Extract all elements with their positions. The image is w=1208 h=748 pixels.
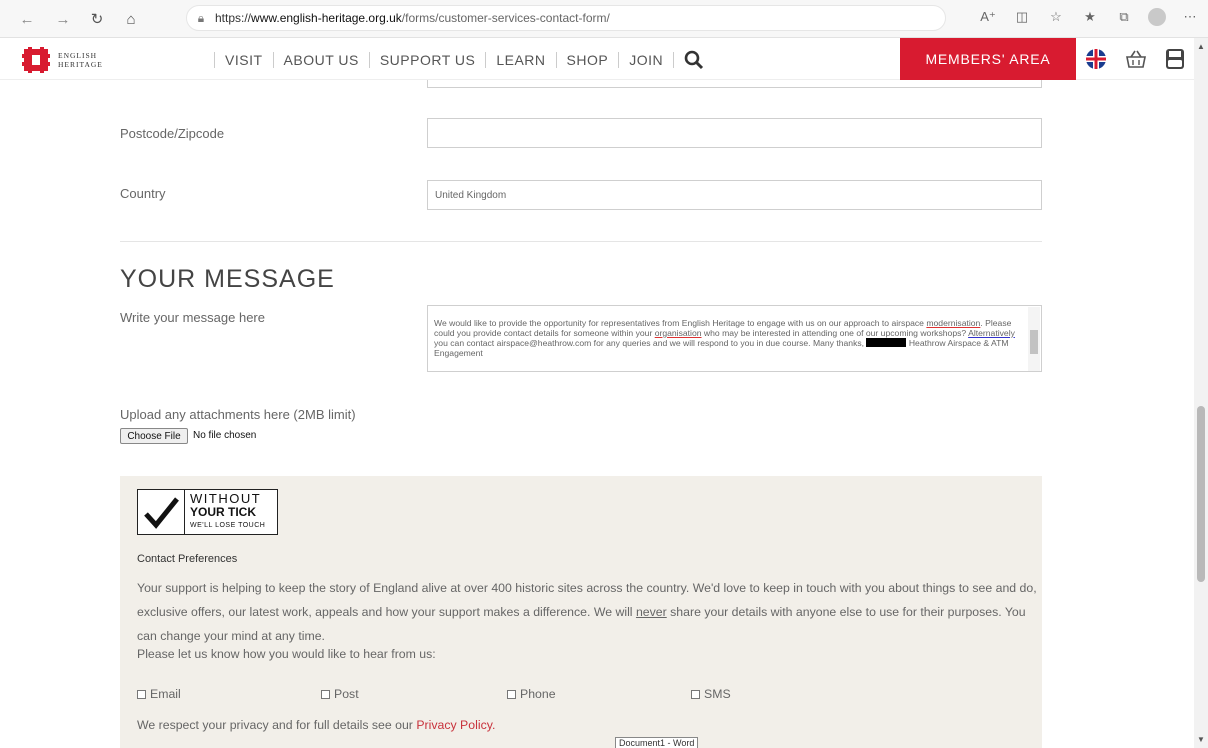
badge-line-1: WITHOUT: [190, 491, 262, 506]
youtube-icon[interactable]: [1165, 48, 1185, 70]
site-header: ENGLISH HERITAGE VISIT ABOUT US SUPPORT …: [0, 38, 1194, 80]
checkbox-box[interactable]: [137, 689, 146, 699]
logo-line-2: HERITAGE: [58, 60, 103, 69]
refresh-icon[interactable]: ↻: [86, 8, 108, 30]
nav-join[interactable]: JOIN: [619, 52, 675, 68]
page-scrollbar[interactable]: ▲ ▼: [1194, 38, 1208, 748]
phone-checkbox[interactable]: Phone: [507, 687, 556, 701]
sms-checkbox[interactable]: SMS: [691, 687, 731, 701]
redacted-name: [866, 338, 907, 347]
taskbar-tooltip: Document1 - Word: [615, 737, 699, 748]
without-your-tick-badge: WITHOUT YOUR TICK WE'LL LOSE TOUCH: [137, 489, 278, 535]
privacy-notice: We respect your privacy and for full det…: [137, 718, 496, 732]
spellcheck-word: modernisation: [926, 318, 981, 328]
scroll-down-icon[interactable]: ▼: [1197, 735, 1205, 744]
read-aloud-icon[interactable]: A⁺: [978, 9, 998, 25]
logo-line-1: ENGLISH: [58, 51, 98, 60]
scroll-up-icon[interactable]: ▲: [1197, 42, 1205, 51]
home-icon[interactable]: ⌂: [120, 8, 142, 30]
contact-preferences-panel: WITHOUT YOUR TICK WE'LL LOSE TOUCH Conta…: [120, 476, 1042, 748]
postcode-field[interactable]: [427, 118, 1042, 148]
badge-line-2: YOUR TICK: [190, 505, 256, 519]
favorites-icon[interactable]: ★: [1080, 9, 1100, 25]
contact-preferences-heading: Contact Preferences: [137, 553, 238, 565]
message-textarea[interactable]: We would like to provide the opportunity…: [427, 305, 1042, 372]
url-path: /forms/customer-services-contact-form/: [401, 11, 610, 25]
lock-icon: 🔒︎: [197, 10, 205, 25]
forward-icon[interactable]: →: [52, 8, 74, 30]
post-checkbox[interactable]: Post: [321, 687, 359, 701]
english-heritage-logo-icon: [22, 47, 50, 73]
nav-shop[interactable]: SHOP: [557, 52, 620, 68]
immersive-reader-icon[interactable]: ◫: [1012, 9, 1032, 25]
union-flag-icon[interactable]: [1085, 48, 1107, 70]
checkmark-icon: [144, 497, 179, 529]
members-area-button[interactable]: MEMBERS' AREA: [900, 38, 1076, 80]
email-checkbox[interactable]: Email: [137, 687, 181, 701]
privacy-policy-link[interactable]: Privacy Policy.: [416, 718, 495, 732]
preferences-question: Please let us know how you would like to…: [137, 647, 436, 661]
checkbox-box[interactable]: [691, 689, 700, 699]
message-label: Write your message here: [120, 310, 265, 325]
main-nav: VISIT ABOUT US SUPPORT US LEARN SHOP JOI…: [214, 50, 704, 70]
country-field[interactable]: United Kingdom: [427, 180, 1042, 210]
section-divider: [120, 241, 1042, 242]
postcode-label: Postcode/Zipcode: [120, 126, 225, 141]
back-icon[interactable]: ←: [16, 8, 38, 30]
nav-learn[interactable]: LEARN: [486, 52, 557, 68]
no-file-status: No file chosen: [193, 430, 257, 441]
search-icon[interactable]: [684, 50, 704, 70]
spellcheck-word: organisation: [654, 328, 702, 338]
basket-icon[interactable]: [1125, 49, 1147, 69]
checkbox-box[interactable]: [507, 689, 516, 699]
browser-toolbar: ← → ↻ ⌂ 🔒︎ https:// www.english-heritage…: [0, 0, 1208, 38]
url-prefix: https://: [215, 11, 252, 25]
upload-label: Upload any attachments here (2MB limit): [120, 407, 356, 422]
your-message-heading: YOUR MESSAGE: [120, 265, 335, 293]
textarea-scrollbar[interactable]: [1028, 307, 1040, 371]
choose-file-button[interactable]: Choose File: [120, 428, 188, 444]
profile-avatar[interactable]: [1148, 8, 1166, 26]
previous-field-edge[interactable]: [427, 80, 1042, 88]
nav-about-us[interactable]: ABOUT US: [274, 52, 370, 68]
nav-visit[interactable]: VISIT: [214, 52, 274, 68]
textarea-scroll-thumb[interactable]: [1030, 330, 1038, 354]
more-menu-icon[interactable]: ⋯: [1180, 9, 1200, 25]
nav-support-us[interactable]: SUPPORT US: [370, 52, 487, 68]
collections-icon[interactable]: ⧉: [1114, 9, 1134, 25]
badge-line-3: WE'LL LOSE TOUCH: [190, 522, 266, 529]
url-host: www.english-heritage.org.uk: [251, 11, 402, 25]
country-label: Country: [120, 186, 166, 201]
scrollbar-thumb[interactable]: [1197, 406, 1205, 582]
add-favorite-icon[interactable]: ☆: [1046, 9, 1066, 25]
grammar-check-word: Alternatively: [968, 328, 1015, 338]
site-logo[interactable]: ENGLISH HERITAGE: [22, 47, 103, 73]
preferences-description: Your support is helping to keep the stor…: [137, 581, 1037, 643]
address-bar[interactable]: 🔒︎ https:// www.english-heritage.org.uk …: [186, 5, 946, 31]
checkbox-box[interactable]: [321, 689, 330, 699]
never-emphasis: never: [635, 605, 667, 619]
